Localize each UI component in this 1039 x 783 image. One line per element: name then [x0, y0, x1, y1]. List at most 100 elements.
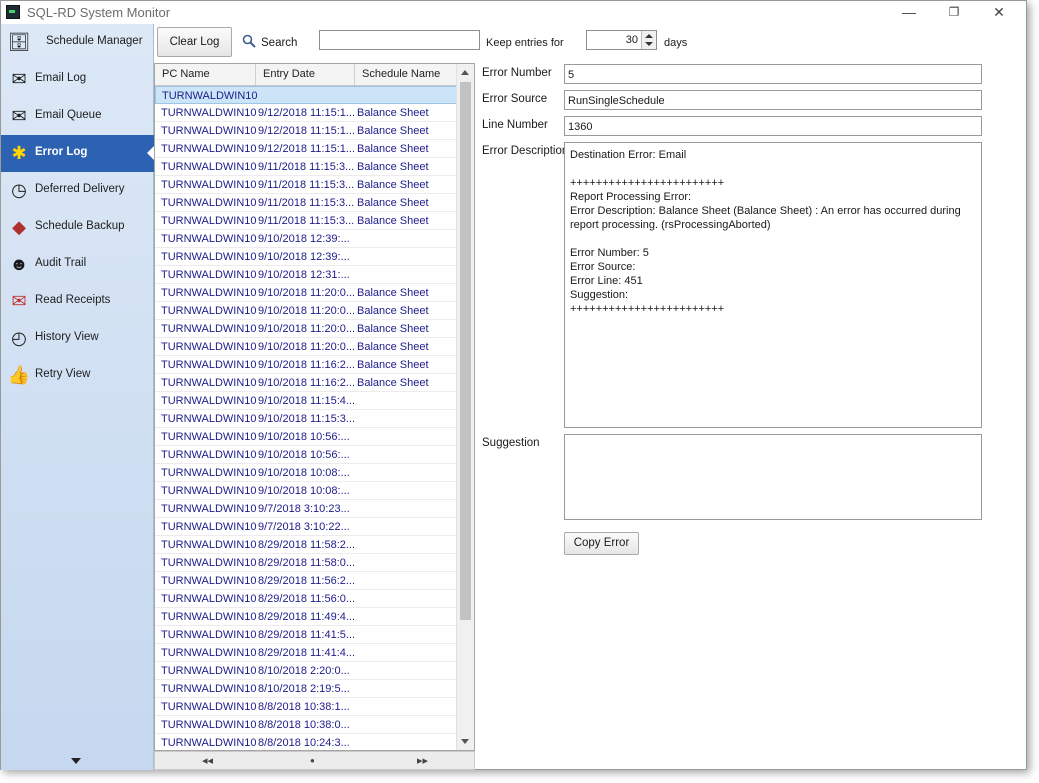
table-row[interactable]: TURNWALDWIN10 9/12/2018 11:15:1... Balance…	[155, 122, 458, 140]
table-row[interactable]: TURNWALDWIN10 8/29/2018 11:41:5...	[155, 626, 458, 644]
error-description-field[interactable]: Destination Error: Email +++++++++++++++…	[564, 142, 982, 428]
close-button[interactable]: ✕	[976, 1, 1022, 24]
table-row[interactable]: TURNWALDWIN10 8/29/2018 11:49:4...	[155, 608, 458, 626]
table-row[interactable]: TURNWALDWIN10	[155, 86, 458, 104]
sidebar-item-label: Error Log	[35, 146, 88, 158]
sidebar-expand-arrow-icon[interactable]	[71, 758, 81, 764]
cell-entry-date: 9/10/2018 12:39:...	[258, 233, 350, 245]
previous-page-icon[interactable]: ◂◂	[202, 754, 213, 767]
table-row[interactable]: TURNWALDWIN10 9/7/2018 3:10:23...	[155, 500, 458, 518]
sidebar-item-retry-view[interactable]: 👍 Retry View	[1, 357, 154, 394]
scroll-down-icon[interactable]	[461, 739, 469, 744]
table-row[interactable]: TURNWALDWIN10 9/10/2018 12:39:...	[155, 248, 458, 266]
table-row[interactable]: TURNWALDWIN10 9/10/2018 10:56:...	[155, 446, 458, 464]
table-row[interactable]: TURNWALDWIN10 9/11/2018 11:15:3... Balance…	[155, 158, 458, 176]
cell-entry-date: 9/12/2018 11:15:1...	[258, 107, 354, 119]
column-header-schedule-name[interactable]: Schedule Name	[355, 64, 458, 85]
cell-entry-date: 9/10/2018 11:20:0...	[258, 287, 354, 299]
error-source-field[interactable]: RunSingleSchedule	[564, 90, 982, 110]
clear-log-button[interactable]: Clear Log	[157, 27, 232, 57]
cell-schedule-name: Balance Sheet	[357, 125, 429, 137]
table-row[interactable]: TURNWALDWIN10 9/10/2018 10:56:...	[155, 428, 458, 446]
table-row[interactable]: TURNWALDWIN10 9/10/2018 11:20:0... Balance…	[155, 302, 458, 320]
cell-pc-name: TURNWALDWIN10	[161, 233, 257, 245]
sidebar-item-email-queue[interactable]: ✉ Email Queue	[1, 98, 154, 135]
sidebar-item-schedule-manager[interactable]: 🗄 Schedule Manager	[1, 24, 154, 61]
cell-schedule-name: Balance Sheet	[357, 287, 429, 299]
cell-entry-date: 9/11/2018 11:15:3...	[258, 161, 354, 173]
cell-schedule-name: Balance Sheet	[357, 215, 429, 227]
table-row[interactable]: TURNWALDWIN10 9/12/2018 11:15:1... Balance…	[155, 140, 458, 158]
copy-error-button[interactable]: Copy Error	[564, 532, 639, 555]
table-row[interactable]: TURNWALDWIN10 8/10/2018 2:20:0...	[155, 662, 458, 680]
table-row[interactable]: TURNWALDWIN10 9/10/2018 10:08:...	[155, 464, 458, 482]
table-row[interactable]: TURNWALDWIN10 8/29/2018 11:56:0...	[155, 590, 458, 608]
sidebar-item-read-receipts[interactable]: ✉ Read Receipts	[1, 283, 154, 320]
navigator-dot-icon[interactable]: ●	[310, 756, 315, 765]
next-page-icon[interactable]: ▸▸	[417, 754, 428, 767]
cell-entry-date: 8/29/2018 11:56:0...	[258, 593, 354, 605]
table-row[interactable]: TURNWALDWIN10 8/29/2018 11:41:4...	[155, 644, 458, 662]
cell-pc-name: TURNWALDWIN10	[161, 251, 257, 263]
sidebar-item-audit-trail[interactable]: ☻ Audit Trail	[1, 246, 154, 283]
error-number-field[interactable]: 5	[564, 64, 982, 84]
scroll-thumb[interactable]	[460, 82, 471, 620]
keep-days-stepper[interactable]: 30	[586, 30, 657, 50]
cell-entry-date: 9/11/2018 11:15:3...	[258, 215, 354, 227]
cell-pc-name: TURNWALDWIN10	[161, 665, 257, 677]
cell-schedule-name: Balance Sheet	[357, 107, 429, 119]
line-number-field[interactable]: 1360	[564, 116, 982, 136]
stepper-down-icon[interactable]	[645, 42, 653, 46]
table-row[interactable]: TURNWALDWIN10 9/12/2018 11:15:1... Balance…	[155, 104, 458, 122]
maximize-button[interactable]: ❐	[931, 1, 977, 24]
table-row[interactable]: TURNWALDWIN10 9/10/2018 11:16:2... Balance…	[155, 356, 458, 374]
table-row[interactable]: TURNWALDWIN10 9/11/2018 11:15:3... Balance…	[155, 176, 458, 194]
table-row[interactable]: TURNWALDWIN10 9/10/2018 11:20:0... Balance…	[155, 284, 458, 302]
table-row[interactable]: TURNWALDWIN10 9/10/2018 11:16:2... Balance…	[155, 374, 458, 392]
table-row[interactable]: TURNWALDWIN10 8/8/2018 10:38:0...	[155, 716, 458, 734]
table-row[interactable]: TURNWALDWIN10 9/10/2018 11:20:0... Balance…	[155, 338, 458, 356]
receipt-icon: ✉	[11, 291, 27, 311]
sidebar-item-deferred-delivery[interactable]: ◷ Deferred Delivery	[1, 172, 154, 209]
sidebar-item-schedule-backup[interactable]: ◆ Schedule Backup	[1, 209, 154, 246]
table-row[interactable]: TURNWALDWIN10 8/8/2018 10:38:1...	[155, 698, 458, 716]
cell-entry-date: 9/10/2018 11:20:0...	[258, 305, 354, 317]
bug-icon: ✱	[11, 143, 27, 163]
sidebar-item-email-log[interactable]: ✉ Email Log	[1, 61, 154, 98]
cell-pc-name: TURNWALDWIN10	[161, 359, 257, 371]
table-row[interactable]: TURNWALDWIN10 8/10/2018 2:19:5...	[155, 680, 458, 698]
error-source-label: Error Source	[482, 93, 548, 105]
table-row[interactable]: TURNWALDWIN10 9/7/2018 3:10:22...	[155, 518, 458, 536]
table-row[interactable]: TURNWALDWIN10 8/29/2018 11:56:2...	[155, 572, 458, 590]
column-header-pc-name[interactable]: PC Name	[155, 64, 256, 85]
scroll-up-icon[interactable]	[461, 70, 469, 75]
table-row[interactable]: TURNWALDWIN10 9/10/2018 11:15:4...	[155, 392, 458, 410]
table-row[interactable]: TURNWALDWIN10 8/8/2018 10:24:3...	[155, 734, 458, 750]
cell-pc-name: TURNWALDWIN10	[161, 395, 257, 407]
minimize-button[interactable]: —	[886, 1, 932, 24]
stepper-up-icon[interactable]	[645, 34, 653, 38]
sidebar-item-history-view[interactable]: ◴ History View	[1, 320, 154, 357]
cell-pc-name: TURNWALDWIN10	[161, 593, 257, 605]
sidebar-item-error-log[interactable]: ✱ Error Log	[1, 135, 154, 172]
table-row[interactable]: TURNWALDWIN10 9/10/2018 12:31:...	[155, 266, 458, 284]
column-header-entry-date[interactable]: Entry Date	[256, 64, 355, 85]
table-row[interactable]: TURNWALDWIN10 9/10/2018 10:08:...	[155, 482, 458, 500]
table-row[interactable]: TURNWALDWIN10 9/11/2018 11:15:3... Balance…	[155, 194, 458, 212]
table-row[interactable]: TURNWALDWIN10 9/10/2018 12:39:...	[155, 230, 458, 248]
cell-pc-name: TURNWALDWIN10	[161, 521, 257, 533]
cell-entry-date: 9/10/2018 10:08:...	[258, 467, 350, 479]
sidebar-item-label: History View	[35, 331, 99, 343]
search-input[interactable]	[319, 30, 480, 50]
table-row[interactable]: TURNWALDWIN10 9/10/2018 11:20:0... Balance…	[155, 320, 458, 338]
table-row[interactable]: TURNWALDWIN10 8/29/2018 11:58:0...	[155, 554, 458, 572]
cell-schedule-name: Balance Sheet	[357, 143, 429, 155]
grid-vertical-scrollbar[interactable]	[456, 64, 474, 750]
suggestion-field[interactable]	[564, 434, 982, 520]
table-row[interactable]: TURNWALDWIN10 9/10/2018 11:15:3...	[155, 410, 458, 428]
cell-pc-name: TURNWALDWIN10	[161, 719, 257, 731]
grid-navigator: ◂◂ ● ▸▸	[154, 751, 475, 770]
table-row[interactable]: TURNWALDWIN10 8/29/2018 11:58:2...	[155, 536, 458, 554]
cell-entry-date: 8/8/2018 10:38:1...	[258, 701, 350, 713]
table-row[interactable]: TURNWALDWIN10 9/11/2018 11:15:3... Balance…	[155, 212, 458, 230]
